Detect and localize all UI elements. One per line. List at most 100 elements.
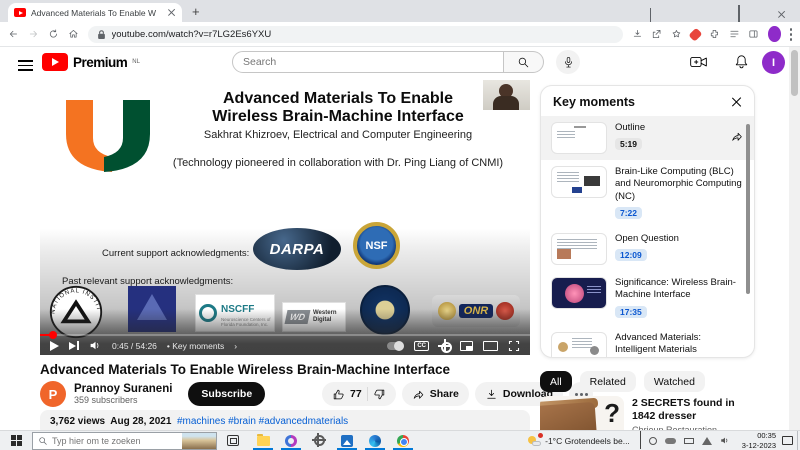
battery-icon[interactable] — [684, 438, 694, 444]
file-explorer-button[interactable] — [249, 431, 277, 450]
chapter-timestamp[interactable]: 17:35 — [615, 306, 647, 318]
chapter-label[interactable]: • Key moments — [167, 341, 224, 351]
search-input[interactable] — [232, 51, 504, 73]
notifications-bell-icon[interactable] — [734, 54, 749, 70]
voice-search-button[interactable] — [556, 50, 580, 74]
reading-list-icon[interactable] — [729, 27, 740, 41]
chip-watched[interactable]: Watched — [644, 371, 705, 392]
key-moment-item[interactable]: Brain-Like Computing (BLC) and Neuromorp… — [541, 160, 754, 227]
player-control-overlay: 0:45 / 54:26 • Key moments › CC — [40, 309, 530, 355]
tray-expand-icon[interactable] — [640, 432, 641, 450]
chapter-timestamp[interactable]: 5:19 — [615, 138, 642, 150]
forward-icon[interactable] — [28, 27, 39, 41]
side-panel-icon[interactable] — [748, 27, 759, 41]
chip-all[interactable]: All — [540, 371, 572, 392]
university-miami-logo — [58, 96, 158, 176]
play-button[interactable] — [50, 341, 59, 351]
settings-button[interactable] — [305, 431, 333, 450]
file-explorer-icon — [257, 436, 270, 446]
chapter-title: Outline — [615, 122, 722, 134]
search-highlight-image[interactable] — [182, 433, 216, 449]
key-moment-item[interactable]: Outline 5:19 — [541, 116, 754, 160]
chapter-title: Open Question — [615, 233, 744, 245]
fullscreen-icon[interactable] — [508, 340, 520, 352]
page-scrollbar-thumb[interactable] — [791, 50, 798, 96]
action-center-icon[interactable] — [782, 436, 793, 445]
search-button[interactable] — [504, 51, 544, 73]
next-button[interactable] — [69, 341, 79, 350]
account-avatar[interactable]: I — [762, 51, 785, 74]
slide-title-line2: Wireless Brain-Machine Interface — [152, 108, 524, 126]
chapter-chevron-icon[interactable]: › — [234, 341, 237, 351]
tab-close-icon[interactable] — [167, 8, 176, 17]
reload-icon[interactable] — [48, 27, 59, 41]
related-video-title[interactable]: 2 SECRETS found in 1842 dresser — [632, 397, 760, 423]
slide-title-line1: Advanced Materials To Enable — [152, 90, 524, 108]
edge-button[interactable] — [361, 431, 389, 450]
taskbar-search[interactable] — [32, 432, 217, 450]
channel-avatar[interactable]: P — [40, 381, 66, 407]
dislike-icon[interactable] — [373, 388, 386, 401]
network-icon[interactable] — [702, 437, 712, 445]
taskbar-search-icon — [38, 436, 48, 446]
page-scrollbar[interactable] — [789, 47, 800, 430]
hashtags[interactable]: #machines #brain #advancedmaterials — [177, 416, 348, 427]
start-button[interactable] — [11, 435, 22, 446]
tray-clock-app-icon[interactable] — [649, 437, 657, 445]
browser-menu-kebab-icon[interactable] — [790, 33, 792, 36]
photos-button[interactable] — [333, 431, 361, 450]
photos-icon — [341, 435, 353, 447]
extension-badge-icon[interactable] — [688, 27, 702, 41]
weather-widget[interactable]: -1°C Grotendeels be... — [528, 436, 630, 446]
back-icon[interactable] — [8, 27, 19, 41]
subscribe-button[interactable]: Subscribe — [188, 382, 265, 406]
taskbar-search-input[interactable] — [52, 436, 162, 446]
region-label: NL — [132, 59, 140, 65]
brand-text: Premium — [73, 55, 127, 70]
time-display: 0:45 / 54:26 — [112, 341, 157, 351]
new-tab-button[interactable]: + — [192, 4, 200, 19]
youtube-logo[interactable]: Premium NL — [42, 53, 140, 71]
key-moment-item[interactable]: Significance: Wireless Brain-Machine Int… — [541, 271, 754, 326]
install-icon[interactable] — [632, 27, 643, 41]
video-player[interactable]: Advanced Materials To Enable Wireless Br… — [40, 80, 530, 355]
taskbar-clock[interactable]: 00:35 3-12-2023 — [742, 431, 776, 450]
share-page-icon[interactable] — [651, 27, 662, 41]
home-icon[interactable] — [68, 27, 79, 41]
hamburger-menu-icon[interactable] — [18, 57, 33, 74]
slide-note: (Technology pioneered in collaboration w… — [152, 157, 524, 169]
extensions-puzzle-icon[interactable] — [709, 27, 720, 41]
onedrive-cloud-icon[interactable] — [665, 438, 676, 444]
create-icon[interactable] — [690, 55, 707, 69]
browser-profile-avatar[interactable] — [768, 26, 780, 42]
settings-gear-icon[interactable] — [439, 340, 450, 351]
youtube-play-icon — [42, 53, 68, 71]
like-icon[interactable] — [332, 388, 345, 401]
task-view-button[interactable] — [227, 435, 239, 446]
share-button[interactable]: Share — [402, 382, 469, 406]
browser-tab[interactable]: Advanced Materials To Enable W — [8, 3, 182, 22]
chapter-title: Significance: Wireless Brain-Machine Int… — [615, 277, 744, 302]
chapter-timestamp[interactable]: 7:22 — [615, 207, 642, 219]
chrome-button[interactable] — [389, 431, 417, 450]
key-moment-item[interactable]: Open Question 12:09 — [541, 227, 754, 271]
captions-button[interactable]: CC — [414, 341, 429, 351]
speaker-icon[interactable] — [720, 436, 730, 445]
key-moments-close-icon[interactable] — [730, 96, 742, 108]
address-bar[interactable]: youtube.com/watch?v=r7LG2Es6YXU — [88, 26, 623, 43]
view-count: 3,762 views — [50, 416, 105, 427]
paint3d-button[interactable] — [277, 431, 305, 450]
theater-mode-icon[interactable] — [483, 341, 498, 351]
search-field[interactable] — [243, 56, 493, 68]
bookmark-star-icon[interactable] — [671, 27, 682, 41]
key-moments-scrollbar[interactable] — [746, 124, 750, 294]
chip-related[interactable]: Related — [580, 371, 636, 392]
chapter-title: Advanced Materials: Intelligent Material… — [615, 332, 744, 357]
autoplay-toggle[interactable] — [387, 342, 404, 350]
volume-icon[interactable] — [89, 340, 102, 351]
chapter-share-icon[interactable] — [730, 130, 744, 143]
channel-name[interactable]: Prannoy Suraneni — [74, 383, 172, 395]
key-moment-item[interactable]: Advanced Materials: Intelligent Material… — [541, 326, 754, 358]
chapter-timestamp[interactable]: 12:09 — [615, 249, 647, 261]
miniplayer-icon[interactable] — [460, 341, 473, 351]
